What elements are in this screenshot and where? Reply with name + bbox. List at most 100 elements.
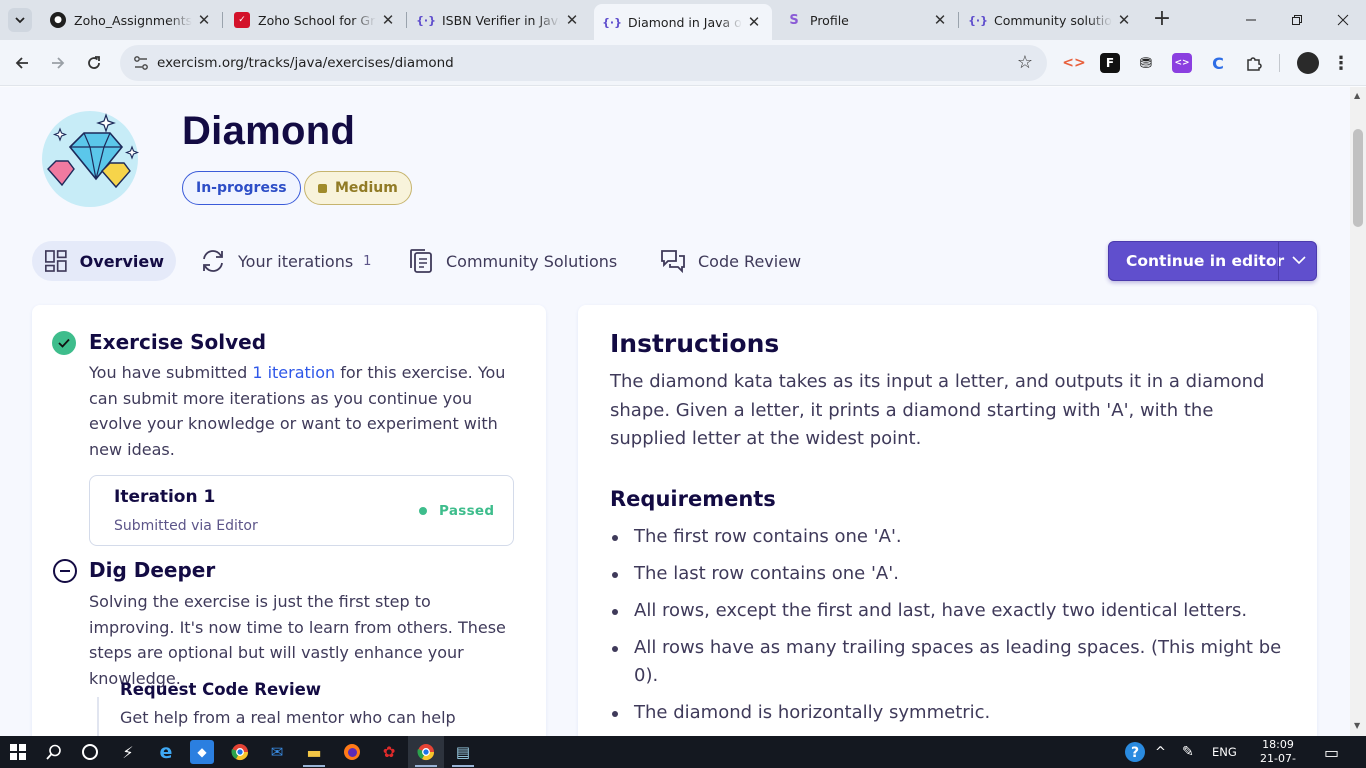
profile-avatar[interactable] (1297, 52, 1319, 74)
file-explorer-icon[interactable]: ▬ (302, 740, 326, 764)
requirement-item: The last row contains one 'A'. (610, 560, 1290, 588)
bookmark-star-icon[interactable]: ☆ (1017, 52, 1033, 73)
checkmark-icon (58, 338, 70, 348)
svg-text:?: ? (1131, 745, 1139, 761)
browser-menu-icon[interactable]: ⋮ (1331, 53, 1351, 74)
close-window-button[interactable] (1320, 0, 1366, 40)
status-badge: In-progress (182, 171, 301, 205)
iteration-card[interactable]: Iteration 1 Submitted via Editor Passed (89, 475, 514, 546)
extension-f-icon[interactable]: F (1100, 53, 1120, 73)
chevron-down-icon[interactable] (1290, 250, 1308, 270)
dig-deeper-text: Solving the exercise is just the first s… (89, 592, 506, 688)
requirement-item: All rows have as many trailing spaces as… (610, 634, 1290, 689)
new-tab-button[interactable]: + (1150, 8, 1174, 32)
tab-label: Community Solutions (446, 251, 618, 271)
close-icon[interactable]: ✕ (932, 11, 948, 29)
close-icon (1337, 14, 1349, 26)
exercise-page: Diamond In-progress Medium Overview Your… (0, 87, 1350, 736)
edge-icon[interactable]: e (154, 740, 178, 764)
toolbar-divider (1279, 54, 1280, 72)
exercism-icon: {·} (416, 13, 436, 27)
code-extension-icon[interactable]: <> (1062, 53, 1085, 73)
tab-overview[interactable]: Overview (32, 241, 176, 281)
tab-code-review[interactable]: Code Review (648, 241, 813, 281)
clock-time: 18:09 (1262, 738, 1294, 751)
requirements-list: The first row contains one 'A'. The last… (610, 523, 1290, 736)
language-indicator[interactable]: ENG (1212, 736, 1237, 768)
exercism-icon: {·} (968, 13, 988, 27)
iteration-title: Iteration 1 (114, 487, 216, 507)
reload-icon (88, 56, 100, 69)
exercism-icon: {·} (602, 15, 622, 29)
minimize-icon (1246, 19, 1256, 21)
tab-search-button[interactable] (8, 8, 32, 32)
extension-code-icon[interactable]: <> (1172, 53, 1192, 73)
close-icon[interactable]: ✕ (564, 11, 580, 29)
scrollbar-thumb[interactable] (1353, 129, 1363, 227)
button-divider (1278, 242, 1279, 280)
forward-button[interactable] (44, 49, 72, 77)
browser-tab[interactable]: {·} ISBN Verifier in Java o ✕ (408, 4, 590, 36)
continue-in-editor-button[interactable]: Continue in editor (1108, 241, 1317, 281)
tab-label: ISBN Verifier in Java o (442, 12, 560, 28)
browser-tabstrip: ● Zoho_Assignments/S ✕ ✓ Zoho School for… (0, 0, 1366, 40)
system-clock[interactable]: 18:09 21-07-2024 (1252, 738, 1304, 768)
extension-bucket-icon[interactable]: ⛃ (1136, 53, 1156, 73)
browser-tab[interactable]: ● Zoho_Assignments/S ✕ (40, 4, 222, 36)
browser-tab[interactable]: ✓ Zoho School for Grad ✕ (224, 4, 406, 36)
chrome-active-icon[interactable] (414, 740, 438, 764)
close-icon[interactable]: ✕ (746, 13, 762, 31)
close-icon[interactable]: ✕ (380, 11, 396, 29)
back-button[interactable] (8, 49, 36, 77)
iterations-link[interactable]: 1 iteration (252, 363, 335, 382)
page-scrollbar[interactable]: ▲ ▼ (1350, 87, 1366, 736)
magnifier-icon (46, 744, 61, 760)
browser-tab[interactable]: {·} Community solutions ✕ (960, 4, 1142, 36)
tab-label: Community solutions (994, 12, 1112, 28)
notepad-icon[interactable]: ▤ (451, 740, 475, 764)
cortana-icon[interactable] (78, 740, 102, 764)
extensions-puzzle-icon[interactable] (1244, 53, 1264, 73)
tab-label: Your iterations (238, 251, 354, 271)
browser-tab[interactable]: S Profile ✕ (776, 4, 958, 36)
tab-iterations[interactable]: Your iterations 1 (188, 241, 383, 281)
windows-start-icon[interactable] (6, 740, 30, 764)
url-text[interactable]: exercism.org/tracks/java/exercises/diamo… (157, 55, 454, 71)
scroll-down-icon[interactable]: ▼ (1354, 721, 1360, 730)
question-icon: ? (1125, 742, 1145, 762)
exercise-solved-text: You have submitted 1 iteration for this … (89, 360, 514, 462)
reload-button[interactable] (80, 49, 108, 77)
scroll-up-icon[interactable]: ▲ (1354, 91, 1360, 100)
tab-label: Overview (79, 251, 164, 271)
difficulty-badge: Medium (304, 171, 412, 205)
tab-community-solutions[interactable]: Community Solutions (396, 241, 629, 281)
extension-c-icon[interactable]: C (1208, 53, 1228, 73)
chrome-icon[interactable] (228, 740, 252, 764)
browser-tab-active[interactable]: {·} Diamond in Java on E ✕ (594, 4, 772, 40)
instructions-card: Instructions The diamond kata takes as i… (578, 305, 1317, 736)
address-bar[interactable]: exercism.org/tracks/java/exercises/diamo… (120, 45, 1047, 81)
close-icon[interactable]: ✕ (1116, 11, 1132, 29)
requirement-item: The diamond is horizontally symmetric. (610, 699, 1290, 727)
app-red-icon[interactable]: ✿ (377, 740, 401, 764)
continue-label: Continue in editor (1126, 252, 1285, 270)
iterations-count: 1 (363, 253, 372, 269)
dropbox-icon[interactable]: ◆ (190, 740, 214, 764)
help-icon[interactable]: ? (1124, 736, 1146, 768)
close-icon[interactable]: ✕ (196, 11, 212, 29)
community-solutions-icon (410, 249, 432, 273)
minimize-button[interactable] (1228, 0, 1274, 40)
pen-icon[interactable]: ✎ (1182, 736, 1194, 768)
search-icon[interactable] (42, 740, 66, 764)
restore-button[interactable] (1274, 0, 1320, 40)
requirement-item: All rows, except the first and last, hav… (610, 597, 1290, 625)
tab-separator (406, 12, 407, 28)
lightning-app-icon[interactable]: ⚡ (116, 740, 140, 764)
diamond-exercise-icon (42, 111, 140, 207)
collapse-icon[interactable] (53, 559, 77, 583)
mail-icon[interactable]: ✉ (265, 740, 289, 764)
show-hidden-icons[interactable]: ^ (1155, 736, 1166, 768)
profile-site-icon: S (789, 12, 799, 28)
notifications-icon[interactable]: ▭ (1324, 736, 1339, 768)
firefox-icon[interactable] (340, 740, 364, 764)
